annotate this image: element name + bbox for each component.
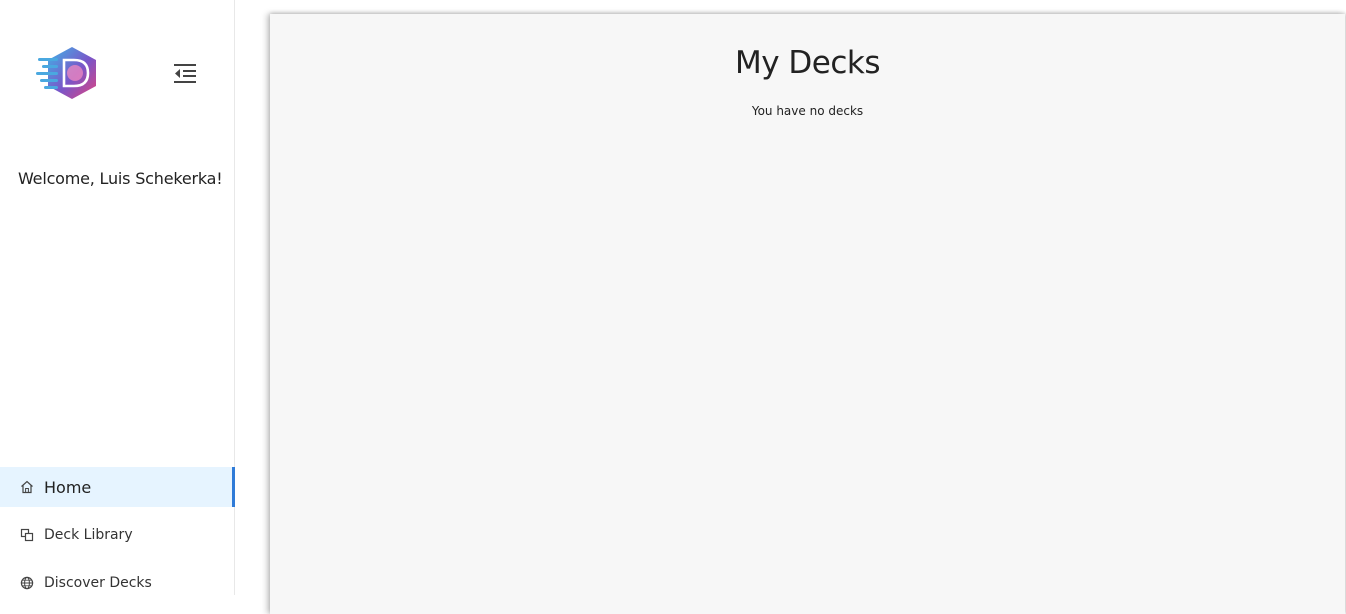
sidebar-item-discover-decks[interactable]: Discover Decks	[0, 563, 235, 603]
globe-icon	[19, 575, 35, 591]
deck-logo-icon[interactable]	[36, 46, 100, 100]
sidebar-item-label: Home	[44, 477, 92, 497]
sidebar-item-label: Discover Decks	[44, 575, 152, 591]
sidebar: Welcome, Luis Schekerka! Home Deck Libra…	[0, 0, 235, 595]
sidebar-item-home[interactable]: Home	[0, 467, 235, 507]
main-content-card: My Decks You have no decks	[270, 14, 1345, 614]
sidebar-item-deck-library[interactable]: Deck Library	[0, 515, 235, 555]
copy-icon	[19, 527, 35, 543]
sidebar-item-label: Deck Library	[44, 527, 133, 543]
menu-fold-icon[interactable]	[171, 60, 199, 86]
sidebar-nav: Home Deck Library Discover Decks	[0, 467, 235, 611]
page-title: My Decks	[734, 45, 881, 81]
welcome-message: Welcome, Luis Schekerka!	[18, 169, 223, 188]
home-icon	[19, 479, 35, 495]
empty-state-message: You have no decks	[751, 104, 864, 118]
